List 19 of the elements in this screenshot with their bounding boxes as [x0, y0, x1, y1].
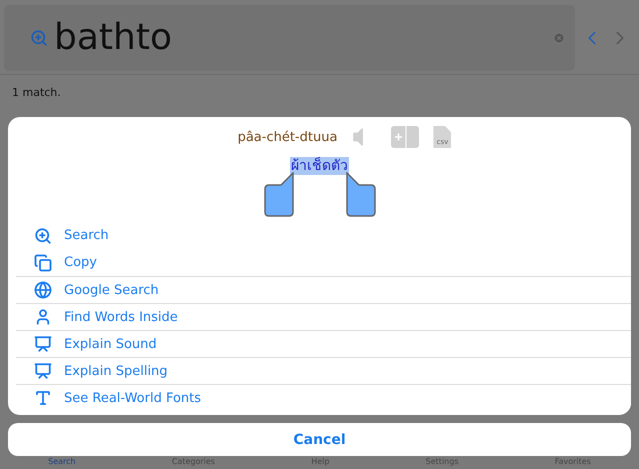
- search-icon: [30, 28, 48, 46]
- font-icon: [34, 389, 52, 407]
- selection-handle[interactable]: [345, 172, 377, 218]
- presentation-icon: [34, 362, 52, 380]
- action-item[interactable]: See Real-World Fonts: [16, 384, 631, 411]
- search-field[interactable]: bathto: [4, 4, 575, 70]
- person-icon: [34, 308, 52, 326]
- search-icon: [34, 226, 52, 244]
- romanization-text: pâa-chét-dtuua: [238, 130, 338, 144]
- cancel-button[interactable]: Cancel: [8, 423, 631, 456]
- search-text: bathto: [54, 17, 173, 58]
- copy-icon: [34, 254, 52, 272]
- globe-icon: [34, 281, 52, 299]
- selection-handle[interactable]: [264, 172, 296, 218]
- clear-icon[interactable]: [553, 32, 565, 44]
- match-count: 1 match.: [12, 86, 61, 98]
- presentation-icon: [34, 335, 52, 353]
- selected-thai-word: ผ้าเช็ดตัว: [290, 157, 349, 175]
- tab-item[interactable]: Search: [48, 457, 76, 466]
